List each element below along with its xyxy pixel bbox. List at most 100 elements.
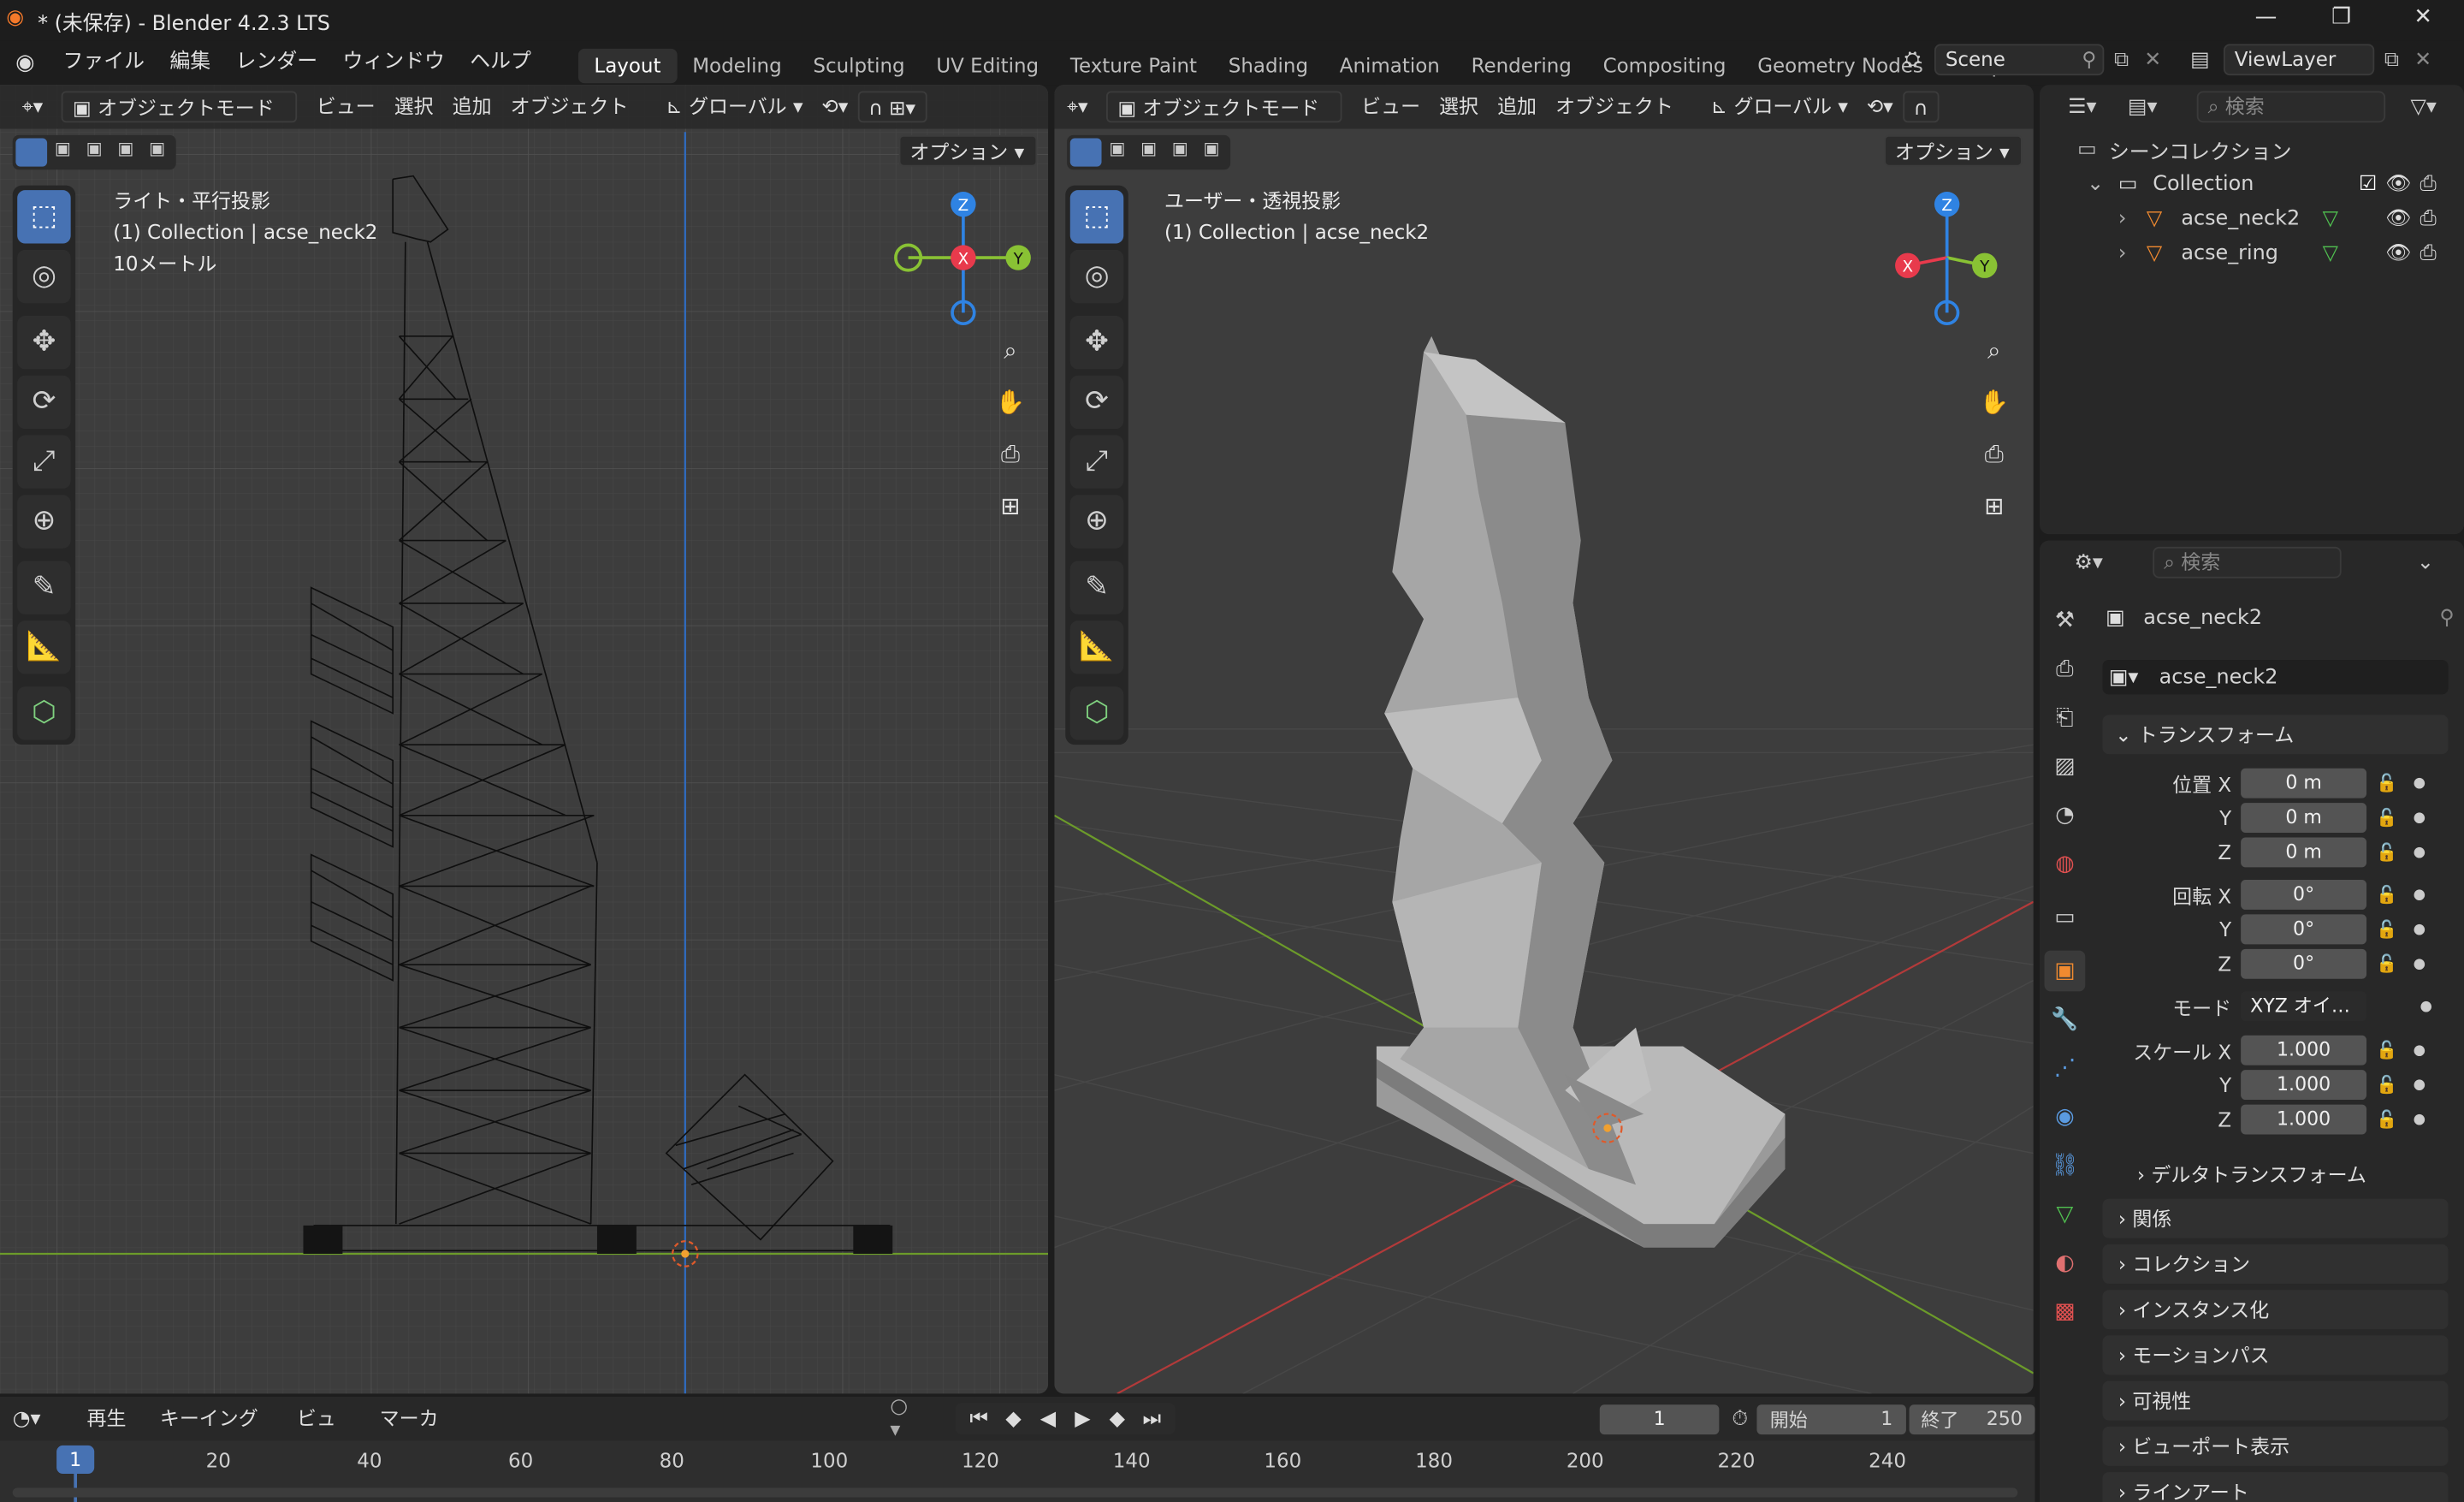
object-mode-dropdown[interactable]: ▣ オブジェクトモード ▾: [62, 91, 298, 151]
snap-icon-right[interactable]: ∩: [1902, 91, 1940, 123]
pan-hand-icon-right[interactable]: ✋: [1974, 382, 2015, 423]
workspace-tab-5[interactable]: Shading: [1212, 48, 1324, 82]
eye-icon[interactable]: 👁: [2385, 241, 2411, 265]
select-invert-icon[interactable]: ▣: [110, 139, 142, 167]
zoom-icon[interactable]: ⌕: [990, 330, 1031, 371]
property-section-header[interactable]: › 可視性: [2102, 1380, 2449, 1421]
object-mode-dropdown-right[interactable]: ▣ オブジェクトモード ▾: [1106, 91, 1343, 151]
keyframe-dot-icon[interactable]: ●: [2414, 922, 2426, 937]
collection-row[interactable]: ⌄ ▭ Collection ☑ 👁 ⎙: [2040, 167, 2464, 201]
play-icon[interactable]: ▶: [1065, 1407, 1099, 1431]
expand-icon[interactable]: ›: [2118, 206, 2147, 230]
workspace-tab-8[interactable]: Compositing: [1587, 48, 1742, 82]
camera-render-icon[interactable]: ⎙: [2420, 241, 2437, 265]
lock-icon[interactable]: 🔓: [2376, 1040, 2397, 1060]
options-dropdown-right[interactable]: オプション ▾: [1884, 134, 2023, 167]
pin-icon[interactable]: ⚲: [2082, 45, 2096, 74]
object-menu[interactable]: オブジェクト: [501, 91, 638, 122]
left-axis-gizmo[interactable]: Z Y X: [888, 187, 1037, 328]
grid-icon[interactable]: ⊞: [990, 485, 1031, 526]
constraints-tab-icon[interactable]: ⛓: [2045, 1145, 2086, 1186]
keyframe-dot-icon[interactable]: ●: [2414, 1077, 2426, 1092]
render-tab-icon[interactable]: ⎙: [2045, 649, 2086, 690]
blender-menu-icon[interactable]: ◉: [0, 50, 50, 75]
texture-tab-icon[interactable]: ▩: [2045, 1291, 2086, 1333]
world-tab-icon[interactable]: ◍: [2045, 844, 2086, 885]
property-section-header[interactable]: › 関係: [2102, 1198, 2449, 1238]
lock-icon[interactable]: 🔓: [2376, 953, 2397, 974]
zoom-icon-right[interactable]: ⌕: [1974, 330, 2015, 371]
keyframe-dot-icon[interactable]: ●: [2414, 1042, 2426, 1058]
workspace-tab-4[interactable]: Texture Paint: [1055, 48, 1213, 82]
measure-icon[interactable]: 📐: [17, 620, 71, 674]
viewlayer-icon[interactable]: ▤: [2177, 48, 2224, 72]
transform-row-value[interactable]: XYZ オイ…: [2241, 991, 2367, 1022]
property-section-header[interactable]: › モーションパス: [2102, 1335, 2449, 1375]
transform-icon[interactable]: ⊕: [17, 495, 71, 549]
transform-row-value[interactable]: 1.000: [2241, 1070, 2367, 1101]
tool-tab-icon[interactable]: ⚒: [2045, 600, 2086, 641]
transform-row-value[interactable]: 0°: [2241, 948, 2367, 979]
filter-icon[interactable]: ▽▾: [2410, 95, 2436, 119]
keyframe-dot-icon[interactable]: ●: [2420, 999, 2432, 1014]
transform-row-value[interactable]: 0°: [2241, 914, 2367, 945]
viewlayer-field[interactable]: ViewLayer: [2223, 44, 2375, 76]
editor-type-icon-right[interactable]: ⌖▾: [1057, 91, 1097, 122]
mesh-data-icon[interactable]: ▽: [2323, 206, 2338, 230]
end-frame-field[interactable]: 終了 250: [1908, 1404, 2035, 1434]
scale-icon-right[interactable]: ⤢: [1069, 435, 1124, 489]
keyframe-dot-icon[interactable]: ●: [2414, 775, 2426, 791]
scale-icon[interactable]: ⤢: [17, 435, 71, 489]
annotate-icon-right[interactable]: ✎: [1069, 561, 1124, 614]
collapse-icon[interactable]: ⌄: [2087, 172, 2118, 196]
keyframe-dot-icon[interactable]: ●: [2414, 887, 2426, 902]
rotate-icon[interactable]: ⟳: [17, 375, 71, 430]
snap-icon[interactable]: ∩ ⊞▾: [857, 91, 927, 123]
display-mode-icon[interactable]: ▤▾: [2128, 95, 2190, 119]
timer-icon[interactable]: ⏱: [1732, 1407, 1748, 1431]
move-icon[interactable]: ✥: [17, 315, 71, 370]
marker-menu[interactable]: マーカー: [370, 1403, 466, 1461]
playhead[interactable]: 1: [56, 1445, 95, 1474]
annotate-icon[interactable]: ✎: [17, 561, 71, 614]
remove-scene-icon[interactable]: ✕: [2139, 48, 2167, 72]
orientation-dropdown[interactable]: ⊾ グローバル ▾: [657, 91, 813, 122]
keying-menu[interactable]: キーイング ▾: [151, 1403, 281, 1461]
select-menu-right[interactable]: 選択: [1430, 91, 1488, 122]
select-invert-icon-right[interactable]: ▣: [1164, 139, 1196, 167]
lock-icon[interactable]: 🔓: [2376, 1075, 2397, 1095]
menu-0[interactable]: ファイル: [50, 41, 157, 85]
workspace-tab-0[interactable]: Layout: [578, 47, 677, 83]
pin-properties-icon[interactable]: ⚲: [2439, 606, 2455, 630]
transform-row-value[interactable]: 0°: [2241, 880, 2367, 910]
camera-icon-right[interactable]: ⎙: [1974, 434, 2015, 475]
material-tab-icon[interactable]: ◐: [2045, 1243, 2086, 1284]
viewport-left[interactable]: ⌖▾ ▣ オブジェクトモード ▾ ビュー 選択 追加 オブジェクト ⊾ グローバ…: [0, 85, 1049, 1394]
physics-tab-icon[interactable]: ◉: [2045, 1096, 2086, 1137]
pivot-icon-right[interactable]: ⟲▾: [1857, 91, 1903, 122]
object-data-icon[interactable]: ▣▾: [2103, 665, 2159, 689]
lock-icon[interactable]: 🔓: [2376, 773, 2397, 793]
prev-keyframe-icon[interactable]: ◆: [996, 1407, 1030, 1431]
outliner-search[interactable]: ⌕ 検索: [2196, 91, 2386, 123]
select-box-icon-right[interactable]: ⬚: [1069, 190, 1124, 244]
pan-hand-icon[interactable]: ✋: [990, 382, 1031, 423]
add-cube-icon[interactable]: ⬡: [17, 686, 71, 740]
transform-row-value[interactable]: 1.000: [2241, 1104, 2367, 1135]
minimize-icon[interactable]: —: [2250, 5, 2282, 33]
outliner-item[interactable]: › ▽ acse_neck2 ▽ 👁 ⎙: [2040, 201, 2464, 235]
menu-3[interactable]: ウィンドウ: [330, 41, 458, 85]
transform-icon-right[interactable]: ⊕: [1069, 495, 1124, 549]
lock-icon[interactable]: 🔓: [2376, 842, 2397, 863]
data-tab-icon[interactable]: ▽: [2045, 1194, 2086, 1235]
play-reverse-icon[interactable]: ◀: [1031, 1407, 1065, 1431]
scene-collection-row[interactable]: ▭ シーンコレクション: [2040, 132, 2464, 166]
new-viewlayer-icon[interactable]: ⧉: [2374, 48, 2408, 72]
keyframe-dot-icon[interactable]: ●: [2414, 845, 2426, 860]
select-intersect-icon[interactable]: ▣: [141, 139, 173, 167]
property-section-header[interactable]: › コレクション: [2102, 1244, 2449, 1284]
menu-2[interactable]: レンダー: [223, 41, 330, 85]
scene-icon[interactable]: ⛭: [1891, 48, 1934, 72]
current-frame-field[interactable]: 1: [1599, 1404, 1720, 1434]
maximize-icon[interactable]: ❐: [2325, 5, 2357, 33]
